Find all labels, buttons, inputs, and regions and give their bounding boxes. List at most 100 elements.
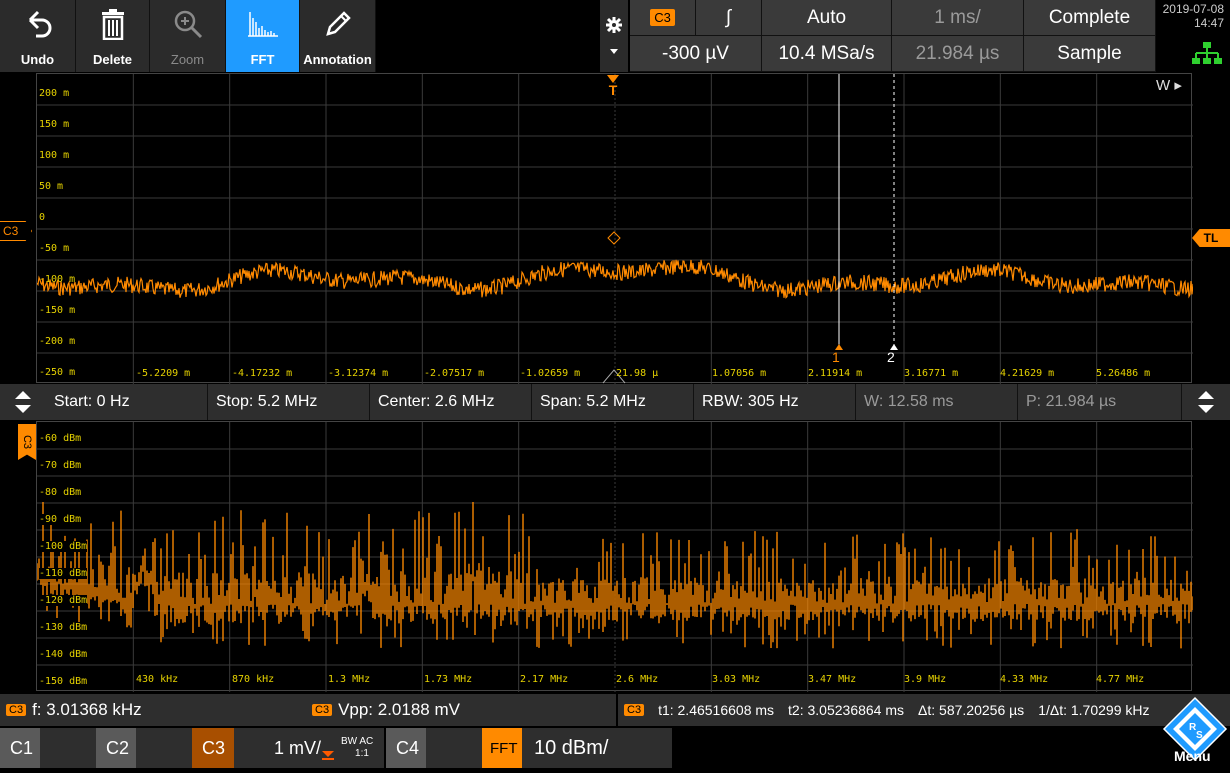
spectrum-channel-marker[interactable]: C3 bbox=[18, 424, 36, 460]
channel-c1-button[interactable]: C1 bbox=[0, 728, 40, 768]
y-axis-tick-label: -200 m bbox=[39, 336, 76, 347]
channel-c3-scale[interactable]: 1 mV/ BW AC 1:1 bbox=[234, 728, 384, 768]
x-axis-tick-label: 3.47 MHz bbox=[808, 674, 857, 685]
inv-dt-value: 1/Δt: 1.70299 kHz bbox=[1038, 702, 1150, 718]
horizontal-position[interactable]: 21.984 µs bbox=[892, 36, 1024, 72]
channel-c2-button[interactable]: C2 bbox=[96, 728, 136, 768]
t1-value: t1: 2.46516608 ms bbox=[658, 702, 775, 718]
fft-window[interactable]: W: 12.58 ms bbox=[856, 384, 1018, 420]
trigger-level[interactable]: -300 µV bbox=[630, 36, 762, 72]
trigger-level-marker[interactable]: TL bbox=[1192, 229, 1230, 247]
trigger-marker-label: T bbox=[608, 82, 618, 98]
delete-button[interactable]: Delete bbox=[76, 0, 150, 72]
x-axis-tick-label: -2.07517 m bbox=[424, 368, 485, 379]
acquisition-mode[interactable]: Sample bbox=[1024, 36, 1156, 72]
x-axis-tick-label: 4.33 MHz bbox=[1000, 674, 1049, 685]
cursor-measurements[interactable]: C3 t1: 2.46516608 ms t2: 3.05236864 ms Δ… bbox=[624, 694, 1150, 726]
fft-channel-button[interactable]: FFT bbox=[482, 728, 522, 768]
fft-center[interactable]: Center: 2.6 MHz bbox=[370, 384, 532, 420]
spectrum-grid bbox=[37, 422, 1193, 692]
trigger-position-marker[interactable]: T bbox=[605, 72, 621, 98]
cursor-1-label[interactable]: 1 bbox=[832, 349, 840, 365]
fft-span[interactable]: Span: 5.2 MHz bbox=[532, 384, 694, 420]
channel-c4-button[interactable]: C4 bbox=[386, 728, 426, 768]
channel-c2-box[interactable] bbox=[136, 728, 192, 768]
freq-measurement[interactable]: C3 f: 3.01368 kHz bbox=[6, 694, 142, 726]
y-axis-tick-label: -120 dBm bbox=[39, 595, 88, 606]
resize-arrows-icon bbox=[15, 391, 31, 413]
zoom-label: Zoom bbox=[170, 52, 205, 67]
fft-button[interactable]: FFT bbox=[226, 0, 300, 72]
divider bbox=[616, 694, 618, 726]
meas-tag: C3 bbox=[6, 704, 27, 716]
chevron-down-icon bbox=[610, 49, 618, 54]
menu-button[interactable]: R S Menu bbox=[1160, 694, 1230, 768]
meas-tag: C3 bbox=[624, 704, 645, 716]
channel-c3-button[interactable]: C3 bbox=[192, 728, 234, 768]
x-axis-tick-label: -3.12374 m bbox=[328, 368, 389, 379]
x-axis-tick-label: 430 kHz bbox=[136, 674, 179, 685]
waveform-grid bbox=[37, 74, 1193, 384]
toolbar-spacer bbox=[376, 0, 600, 72]
y-axis-tick-label: 100 m bbox=[39, 150, 70, 161]
window-indicator[interactable]: W ▸ bbox=[1156, 76, 1182, 94]
x-axis-tick-label: 2.6 MHz bbox=[616, 674, 659, 685]
channel-c1-box[interactable] bbox=[40, 728, 96, 768]
dt-value: Δt: 587.20256 µs bbox=[918, 702, 1025, 718]
undo-icon bbox=[0, 8, 75, 40]
network-icon bbox=[1192, 42, 1222, 64]
cursor-2-label[interactable]: 2 bbox=[887, 349, 895, 365]
x-axis-tick-label: 3.9 MHz bbox=[904, 674, 947, 685]
vpp-value: Vpp: 2.0188 mV bbox=[338, 700, 460, 719]
fft-stop[interactable]: Stop: 5.2 MHz bbox=[208, 384, 370, 420]
x-axis-tick-label: 4.21629 m bbox=[1000, 368, 1055, 379]
timebase[interactable]: 1 ms/ bbox=[892, 0, 1024, 36]
time: 14:47 bbox=[1193, 16, 1224, 30]
gear-icon bbox=[606, 17, 622, 33]
c3-scale-value: 1 mV/ bbox=[274, 737, 322, 758]
freq-value: f: 3.01368 kHz bbox=[32, 700, 142, 719]
annotation-button[interactable]: Annotation bbox=[300, 0, 376, 72]
waveform-diagram[interactable] bbox=[36, 73, 1193, 384]
vpp-measurement[interactable]: C3 Vpp: 2.0188 mV bbox=[312, 694, 460, 726]
undo-label: Undo bbox=[20, 52, 55, 67]
fft-label: FFT bbox=[250, 52, 275, 67]
waveform-channel-marker[interactable]: C3 bbox=[0, 221, 32, 241]
svg-text:S: S bbox=[1196, 730, 1203, 741]
c3-bandwidth: BW AC bbox=[341, 736, 374, 747]
zoom-button[interactable]: Zoom bbox=[150, 0, 226, 72]
y-axis-tick-label: 200 m bbox=[39, 88, 70, 99]
status-area: 2019-07-08 14:47 bbox=[1156, 0, 1230, 72]
t2-value: t2: 3.05236864 ms bbox=[788, 702, 905, 718]
fft-position[interactable]: P: 21.984 µs bbox=[1018, 384, 1182, 420]
y-axis-tick-label: 0 bbox=[39, 212, 46, 223]
resize-up-down-button-right[interactable] bbox=[1182, 384, 1230, 420]
c3-ratio: 1:1 bbox=[355, 748, 369, 759]
ground-icon bbox=[322, 751, 335, 760]
trigger-source[interactable]: C3 bbox=[630, 0, 696, 36]
undo-button[interactable]: Undo bbox=[0, 0, 76, 72]
y-axis-tick-label: -90 dBm bbox=[39, 514, 82, 525]
trigger-mode[interactable]: Auto bbox=[762, 0, 892, 36]
channel-c4-box[interactable] bbox=[426, 728, 482, 768]
y-axis-tick-label: 50 m bbox=[39, 181, 64, 192]
trigger-slope[interactable]: ∫ bbox=[696, 0, 762, 36]
resize-up-down-button[interactable] bbox=[0, 384, 46, 420]
zoom-icon bbox=[150, 8, 225, 40]
menu-label: Menu bbox=[1174, 748, 1211, 764]
x-axis-tick-label: 870 kHz bbox=[232, 674, 275, 685]
x-axis-tick-label: 5.26486 m bbox=[1096, 368, 1151, 379]
x-axis-tick-label: 3.03 MHz bbox=[712, 674, 761, 685]
trigger-point-marker bbox=[607, 231, 621, 245]
acquisition-status[interactable]: Complete bbox=[1024, 0, 1156, 36]
delete-label: Delete bbox=[92, 52, 133, 67]
fft-start[interactable]: Start: 0 Hz bbox=[46, 384, 208, 420]
spectrum-diagram[interactable] bbox=[36, 421, 1193, 692]
y-axis-tick-label: -130 dBm bbox=[39, 622, 88, 633]
fft-scale[interactable]: 10 dBm/ bbox=[522, 728, 672, 768]
fft-rbw[interactable]: RBW: 305 Hz bbox=[694, 384, 856, 420]
date: 2019-07-08 bbox=[1162, 2, 1224, 16]
settings-button[interactable] bbox=[600, 0, 628, 72]
y-axis-tick-label: -80 dBm bbox=[39, 487, 82, 498]
sample-rate[interactable]: 10.4 MSa/s bbox=[762, 36, 892, 72]
